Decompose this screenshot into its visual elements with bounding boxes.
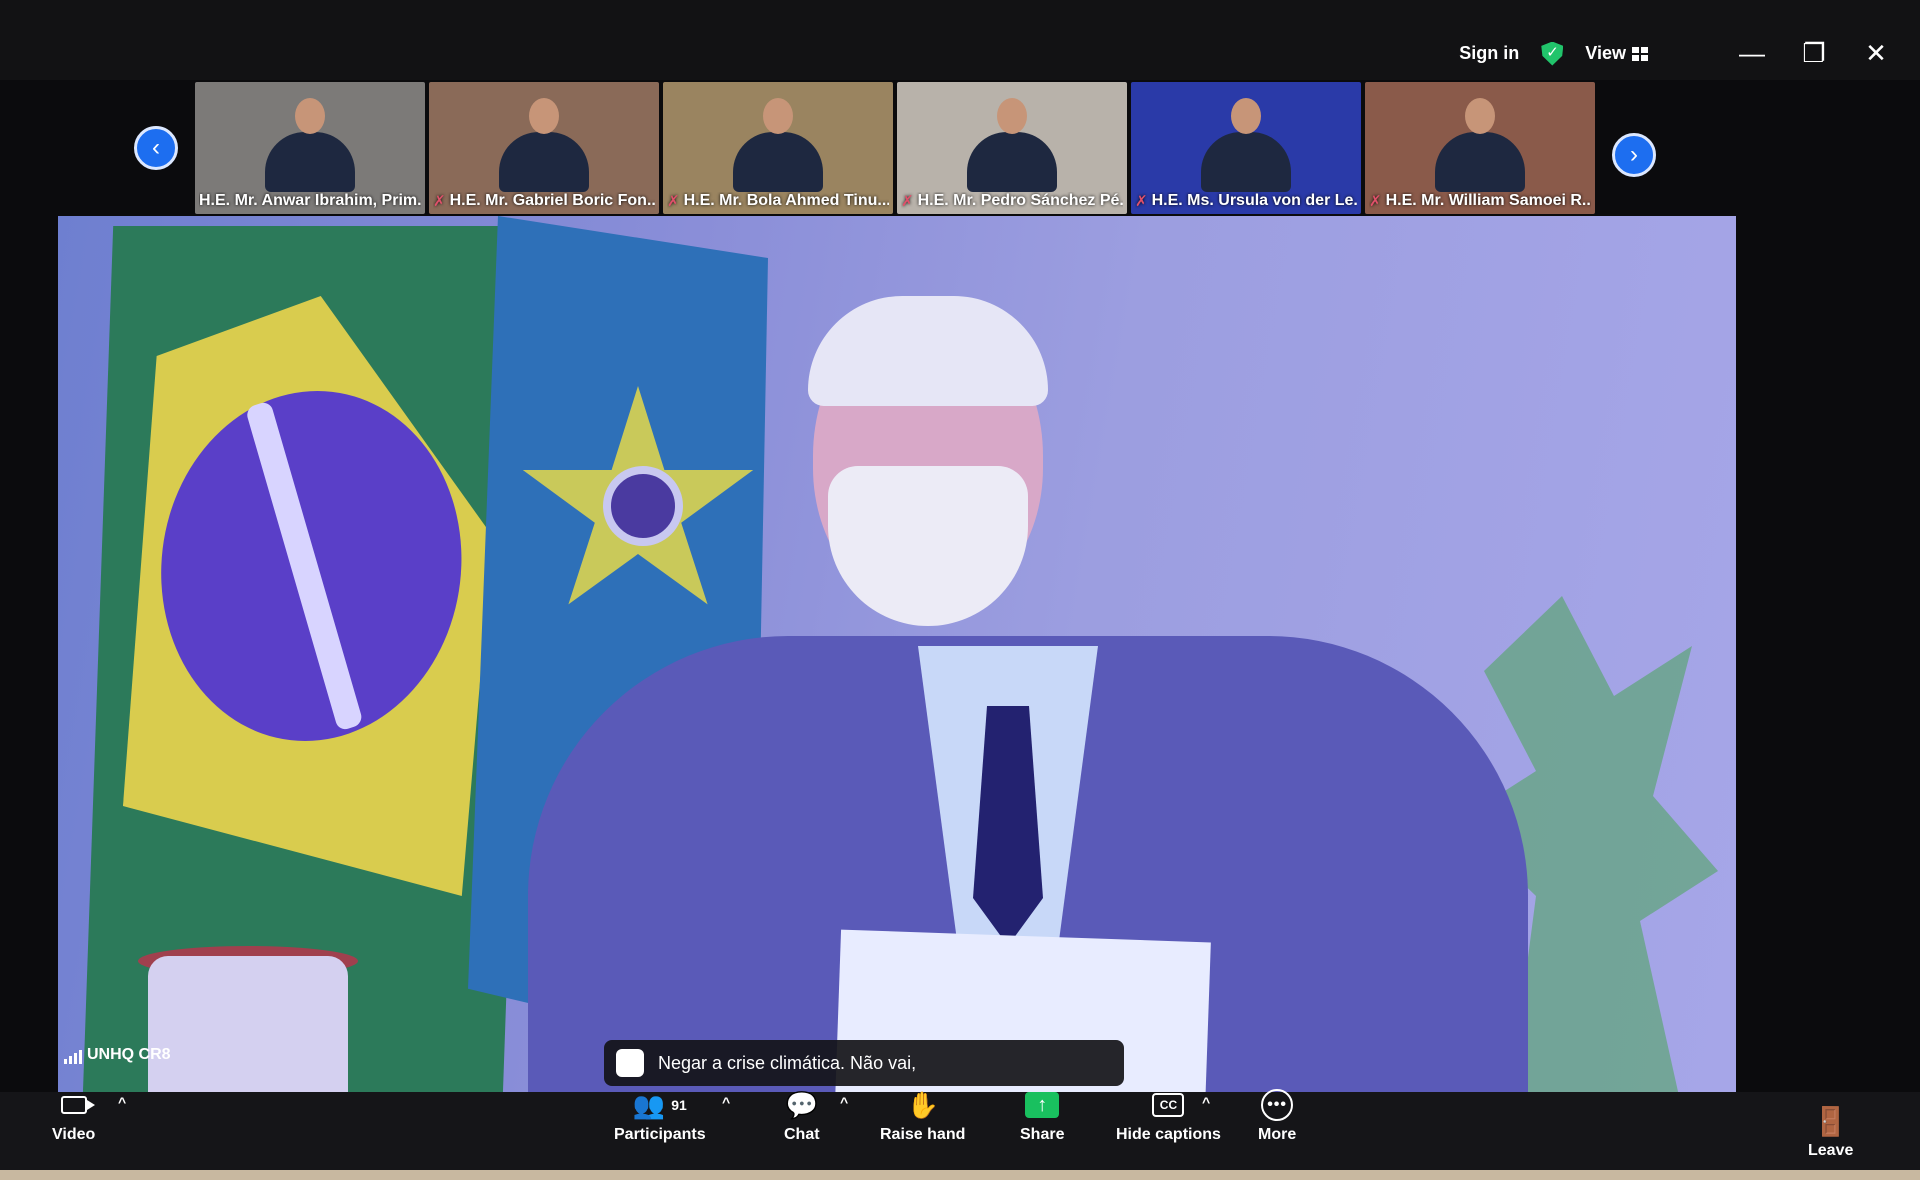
participant-name: ✗ H.E. Mr. Gabriel Boric Fon... bbox=[433, 192, 655, 210]
more-button[interactable]: ••• More bbox=[1258, 1089, 1296, 1144]
restore-button[interactable]: ❐ bbox=[1794, 38, 1834, 69]
close-button[interactable]: ✕ bbox=[1856, 38, 1896, 69]
participant-video bbox=[1201, 98, 1291, 192]
participants-icon: 👥 bbox=[632, 1089, 666, 1120]
mic-muted-icon: ✗ bbox=[667, 193, 680, 210]
raise-hand-button[interactable]: ✋ Raise hand bbox=[880, 1090, 965, 1144]
participant-video bbox=[733, 98, 823, 192]
signal-strength-icon bbox=[64, 1050, 82, 1064]
participant-name: ✗ H.E. Mr. Bola Ahmed Tinu... bbox=[667, 192, 889, 210]
sign-in-button[interactable]: Sign in bbox=[1459, 43, 1519, 64]
participant-name: H.E. Mr. Anwar Ibrahim, Prim... bbox=[199, 192, 421, 209]
mic-muted-icon: ✗ bbox=[1369, 193, 1382, 210]
participant-video bbox=[967, 98, 1057, 192]
participants-options-chevron-icon[interactable]: ^ bbox=[722, 1094, 730, 1110]
closed-captions-icon: CC bbox=[1152, 1093, 1185, 1117]
vase bbox=[148, 956, 348, 1092]
video-button[interactable]: Video bbox=[52, 1090, 95, 1144]
window-controls: Sign in View — ❐ ✕ bbox=[1459, 38, 1896, 69]
active-speaker-video[interactable] bbox=[58, 216, 1736, 1092]
participant-video bbox=[265, 98, 355, 192]
participant-gallery: H.E. Mr. Anwar Ibrahim, Prim... ✗ H.E. Mr… bbox=[195, 82, 1595, 214]
camera-icon bbox=[60, 1096, 95, 1114]
leave-button[interactable]: 🚪 Leave bbox=[1808, 1106, 1853, 1160]
participant-name: ✗ H.E. Ms. Ursula von der Le... bbox=[1135, 192, 1357, 210]
participants-button[interactable]: 👥 91 Participants bbox=[614, 1090, 706, 1144]
view-label: View bbox=[1585, 43, 1626, 63]
participant-tile[interactable]: ✗ H.E. Mr. Gabriel Boric Fon... bbox=[429, 82, 659, 214]
chat-button[interactable]: 💬 Chat bbox=[784, 1090, 820, 1144]
participant-tile[interactable]: ✗ H.E. Ms. Ursula von der Le... bbox=[1131, 82, 1361, 214]
live-caption: Negar a crise climática. Não vai, bbox=[604, 1040, 1124, 1086]
share-screen-icon: ↑ bbox=[1025, 1092, 1060, 1118]
share-button[interactable]: ↑ Share bbox=[1020, 1090, 1064, 1144]
leave-door-icon: 🚪 bbox=[1813, 1105, 1849, 1137]
more-options-icon: ••• bbox=[1261, 1089, 1294, 1121]
caption-speaker-avatar bbox=[616, 1049, 644, 1077]
mic-muted-icon: ✗ bbox=[1135, 193, 1148, 210]
security-shield-icon[interactable] bbox=[1541, 41, 1564, 66]
desk-edge bbox=[0, 1170, 1920, 1180]
mic-muted-icon: ✗ bbox=[901, 193, 914, 210]
captions-options-chevron-icon[interactable]: ^ bbox=[1202, 1094, 1210, 1110]
participant-tile[interactable]: H.E. Mr. Anwar Ibrahim, Prim... bbox=[195, 82, 425, 214]
participant-tile[interactable]: ✗ H.E. Mr. William Samoei R... bbox=[1365, 82, 1595, 214]
mic-muted-icon: ✗ bbox=[433, 193, 446, 210]
gallery-prev-button[interactable]: ‹ bbox=[134, 126, 178, 170]
participant-tile[interactable]: ✗ H.E. Mr. Bola Ahmed Tinu... bbox=[663, 82, 893, 214]
participant-name: ✗ H.E. Mr. Pedro Sánchez Pé... bbox=[901, 192, 1123, 210]
chat-options-chevron-icon[interactable]: ^ bbox=[840, 1094, 848, 1110]
caption-text: Negar a crise climática. Não vai, bbox=[658, 1052, 917, 1073]
view-button[interactable]: View bbox=[1585, 43, 1648, 64]
minimize-button[interactable]: — bbox=[1732, 38, 1772, 69]
gallery-next-button[interactable]: › bbox=[1612, 133, 1656, 177]
chat-bubble-icon: 💬 bbox=[785, 1089, 818, 1120]
participant-video bbox=[499, 98, 589, 192]
video-options-chevron-icon[interactable]: ^ bbox=[118, 1094, 126, 1110]
participant-name: ✗ H.E. Mr. William Samoei R... bbox=[1369, 192, 1591, 210]
grid-view-icon bbox=[1632, 46, 1648, 61]
room-label: UNHQ CR8 bbox=[64, 1046, 171, 1064]
participant-video bbox=[1435, 98, 1525, 192]
participants-count: 91 bbox=[671, 1097, 687, 1113]
hand-icon: ✋ bbox=[906, 1089, 939, 1120]
participant-tile[interactable]: ✗ H.E. Mr. Pedro Sánchez Pé... bbox=[897, 82, 1127, 214]
